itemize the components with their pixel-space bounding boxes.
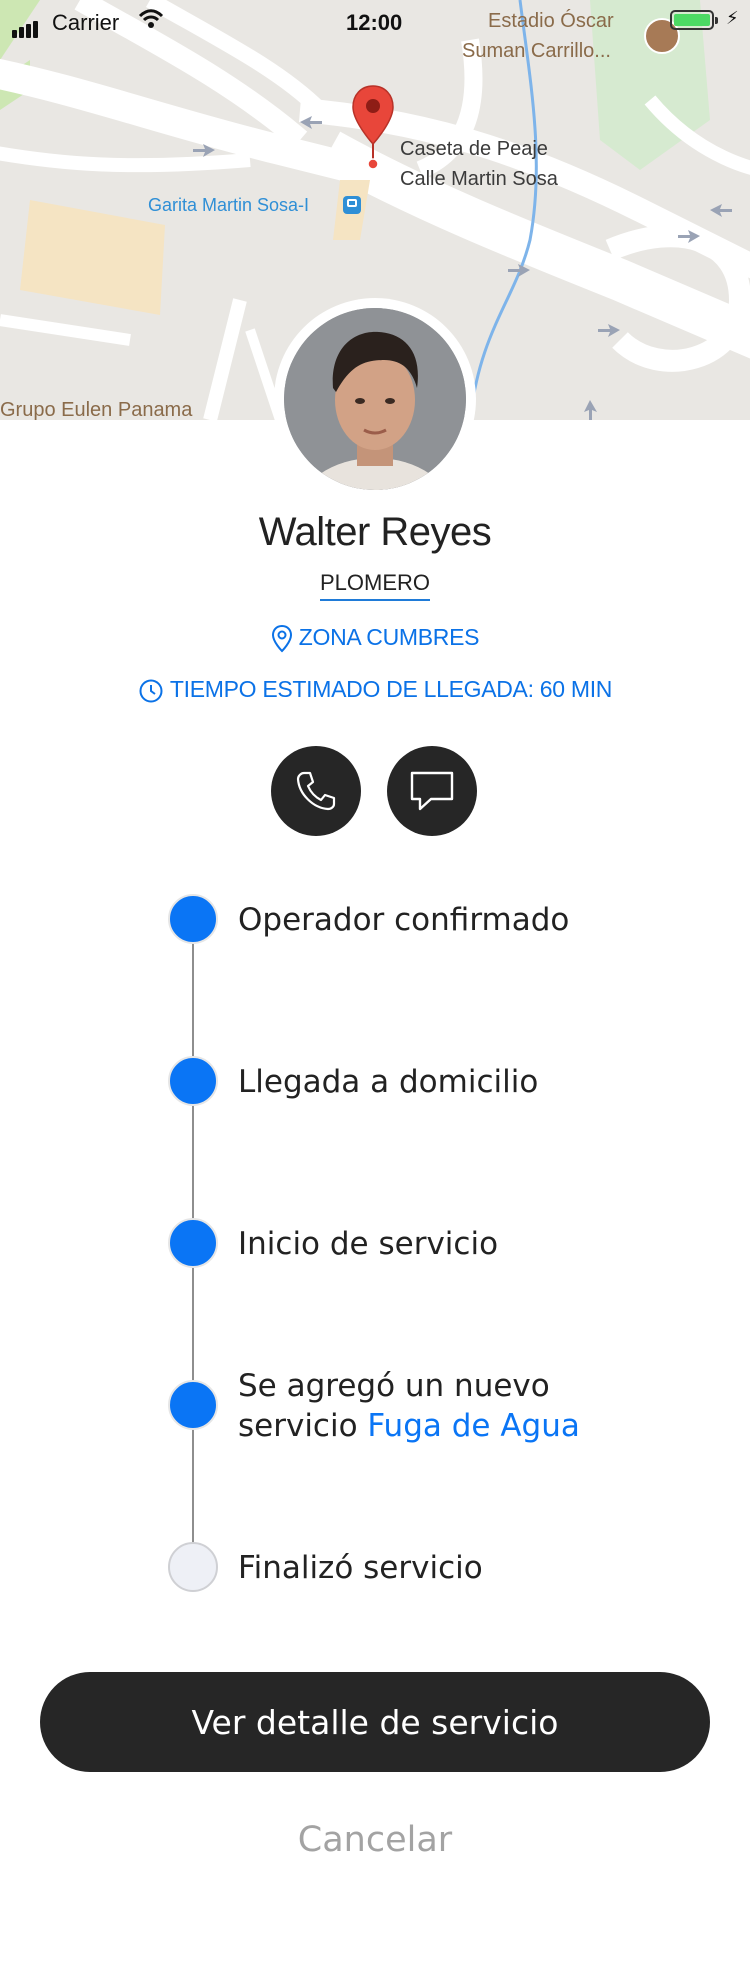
charging-bolt-icon: ⚡ [726, 8, 739, 28]
operator-role-label: PLOMERO [319, 570, 431, 601]
location-pin-icon [352, 85, 394, 170]
cancel-button[interactable]: Cancelar [0, 1820, 750, 1860]
message-button[interactable] [387, 746, 477, 836]
operator-role: PLOMERO [0, 570, 750, 601]
clock-icon [139, 679, 163, 703]
battery-icon [670, 10, 718, 30]
avatar-frame [274, 298, 476, 500]
timeline-step-dot-done [168, 1218, 218, 1268]
added-service-prefix: servicio [238, 1408, 368, 1444]
timeline-step-label-added-service: Se agregó un nuevo servicio Fuga de Agua [238, 1366, 580, 1446]
operator-name: Walter Reyes [258, 510, 492, 554]
timeline-step-label: Operador confirmado [238, 902, 570, 938]
timeline-step-dot-pending [168, 1542, 218, 1592]
timeline-step-label: Inicio de servicio [238, 1226, 499, 1262]
phone-icon [296, 771, 336, 811]
timeline-step-dot-done [168, 894, 218, 944]
map-label-bus-stop: Garita Martin Sosa-I [148, 195, 310, 215]
eta-info: TIEMPO ESTIMADO DE LLEGADA: 60 MIN [0, 676, 750, 704]
wifi-icon [138, 9, 164, 28]
chat-bubble-icon [410, 771, 454, 811]
carrier-label: Carrier [52, 10, 120, 35]
map-label-company: Grupo Eulen Panama [0, 399, 193, 420]
zone-label: ZONA CUMBRES [298, 624, 480, 651]
eta-label: TIEMPO ESTIMADO DE LLEGADA: 60 MIN [169, 676, 613, 702]
timeline-step-dot-done [168, 1380, 218, 1430]
added-service-link[interactable]: Fuga de Agua [367, 1408, 579, 1444]
added-service-line1: Se agregó un nuevo [238, 1368, 550, 1404]
timeline-step-label: Finalizó servicio [238, 1550, 483, 1586]
timeline-step-dot-done [168, 1056, 218, 1106]
map-label-poi: Caseta de Peaje [400, 138, 548, 160]
status-bar: Carrier 12:00 ⚡ [0, 0, 750, 44]
location-pin-outline-icon [271, 624, 292, 653]
map-label-poi-line2: Calle Martin Sosa [400, 168, 558, 190]
zone-info: ZONA CUMBRES [0, 624, 750, 654]
timeline-step-label: Llegada a domicilio [238, 1064, 539, 1100]
bus-stop-icon [343, 196, 361, 214]
avatar-photo [284, 308, 466, 490]
avatar[interactable] [284, 308, 466, 490]
service-detail-button[interactable]: Ver detalle de servicio [40, 1672, 710, 1772]
call-button[interactable] [271, 746, 361, 836]
signal-icon [12, 12, 40, 38]
added-service-line2: servicio Fuga de Agua [238, 1406, 580, 1446]
clock-time: 12:00 [346, 10, 403, 35]
service-detail-button-label: Ver detalle de servicio [191, 1702, 559, 1742]
